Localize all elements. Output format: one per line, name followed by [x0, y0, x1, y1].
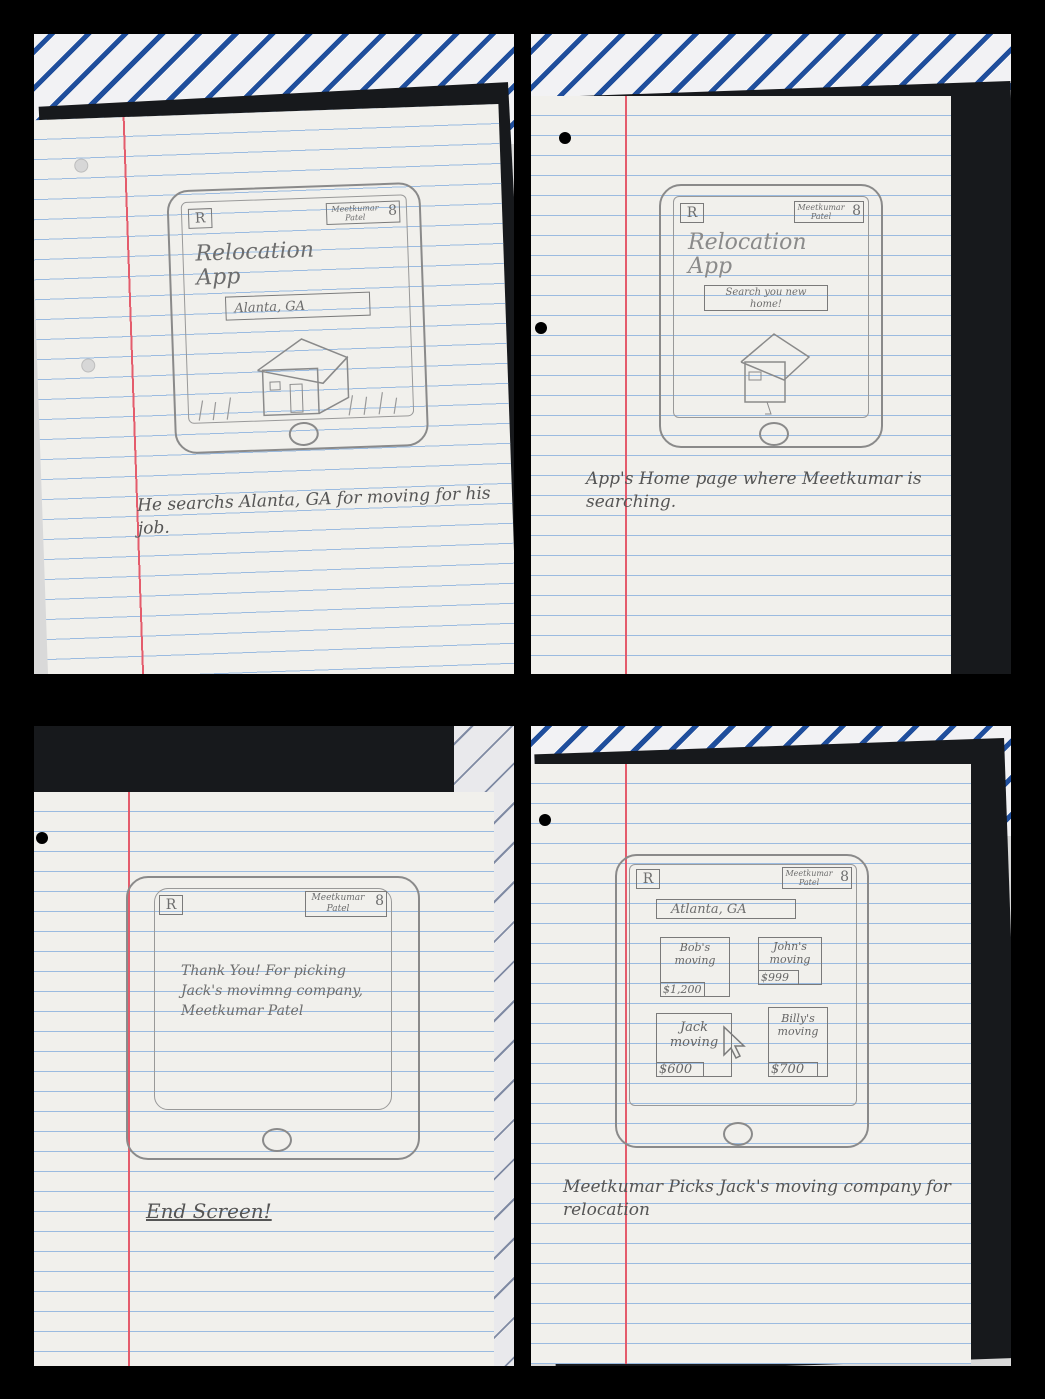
photo-panel-home: R Meetkumar Patel 8 Relocation App Search…	[531, 34, 1011, 674]
home-button-sketch	[262, 1128, 292, 1152]
punch-hole	[559, 132, 571, 144]
user-name: Meetkumar Patel	[797, 203, 845, 221]
paper-sheet: R Meetkumar Patel 8 Relocation App Alanta…	[34, 103, 514, 674]
app-logo: R	[680, 203, 704, 223]
mover-name: John's moving	[769, 940, 811, 966]
user-icon: 8	[840, 869, 849, 885]
photo-panel-results: R Meetkumar Patel 8 Atlanta, GA Bob's mov…	[531, 726, 1011, 1366]
mover-price: $700	[769, 1062, 819, 1076]
app-logo: R	[187, 208, 213, 229]
mover-name: Jack moving	[669, 1020, 719, 1050]
photo-panel-end: R Meetkumar Patel 8 Thank You! For pickin…	[34, 726, 514, 1366]
mover-card-selected[interactable]: Jack moving $600	[656, 1013, 732, 1077]
tablet-sketch: R Meetkumar Patel 8 Thank You! For pickin…	[126, 876, 420, 1160]
mover-name: Bob's moving	[674, 941, 716, 967]
tablet-screen: R Meetkumar Patel 8 Thank You! For pickin…	[154, 888, 392, 1110]
mover-card[interactable]: John's moving $999	[758, 937, 822, 985]
grass-sketch	[198, 392, 398, 421]
app-logo: R	[159, 895, 183, 915]
mover-name: Billy's moving	[777, 1012, 819, 1038]
mover-card[interactable]: Billy's moving $700	[768, 1007, 828, 1077]
app-title: Relocation App	[195, 237, 315, 291]
mover-price: $600	[657, 1062, 705, 1076]
punch-hole	[81, 358, 96, 373]
app-title: Relocation App	[688, 230, 807, 280]
user-name: Meetkumar Patel	[331, 203, 379, 223]
punch-hole	[36, 832, 48, 844]
home-button-sketch	[759, 422, 789, 446]
user-name: Meetkumar Patel	[311, 893, 365, 914]
thank-you-message: Thank You! For picking Jack's movimng co…	[181, 963, 363, 1019]
mover-card[interactable]: Bob's moving $1,200	[660, 937, 730, 997]
tablet-screen: R Meetkumar Patel 8 Relocation App Search…	[673, 196, 869, 418]
user-profile-box[interactable]: Meetkumar Patel 8	[305, 891, 387, 917]
user-name: Meetkumar Patel	[785, 869, 833, 887]
paper-sheet: R Meetkumar Patel 8 Thank You! For pickin…	[34, 792, 494, 1366]
search-field[interactable]: Atlanta, GA	[656, 899, 796, 919]
app-logo: R	[636, 869, 660, 889]
punch-hole	[539, 814, 551, 826]
mover-price: $999	[759, 970, 800, 984]
tablet-screen: R Meetkumar Patel 8 Relocation App Alanta…	[180, 194, 415, 424]
cursor-arrow-icon	[723, 1025, 746, 1060]
user-profile-box[interactable]: Meetkumar Patel 8	[794, 201, 864, 223]
house-sketch	[740, 333, 811, 415]
tablet-sketch: R Meetkumar Patel 8 Relocation App Alanta…	[166, 181, 430, 455]
tablet-screen: R Meetkumar Patel 8 Atlanta, GA Bob's mov…	[629, 864, 857, 1106]
caption: Meetkumar Picks Jack's moving company fo…	[563, 1177, 951, 1220]
punch-hole	[535, 322, 547, 334]
search-field[interactable]: Search you new home!	[704, 285, 828, 311]
tablet-sketch: R Meetkumar Patel 8 Atlanta, GA Bob's mov…	[615, 854, 869, 1148]
caption: End Screen!	[146, 1199, 272, 1223]
mover-price: $1,200	[661, 982, 705, 996]
tablet-sketch: R Meetkumar Patel 8 Relocation App Search…	[659, 184, 883, 448]
user-icon: 8	[387, 202, 398, 219]
photo-panel-search: R Meetkumar Patel 8 Relocation App Alanta…	[34, 34, 514, 674]
caption: He searchs Alanta, GA for moving for his…	[136, 483, 491, 539]
punch-hole	[74, 158, 89, 173]
user-profile-box[interactable]: Meetkumar Patel 8	[325, 200, 401, 226]
user-profile-box[interactable]: Meetkumar Patel 8	[782, 867, 852, 889]
user-icon: 8	[852, 203, 861, 219]
user-icon: 8	[375, 893, 384, 909]
search-field[interactable]: Alanta, GA	[224, 291, 371, 321]
paper-sheet: R Meetkumar Patel 8 Relocation App Search…	[531, 96, 951, 674]
home-button-sketch	[723, 1122, 753, 1146]
home-button-sketch	[288, 421, 320, 447]
caption: App's Home page where Meetkumar is searc…	[586, 469, 922, 512]
paper-sheet: R Meetkumar Patel 8 Atlanta, GA Bob's mov…	[531, 764, 971, 1364]
